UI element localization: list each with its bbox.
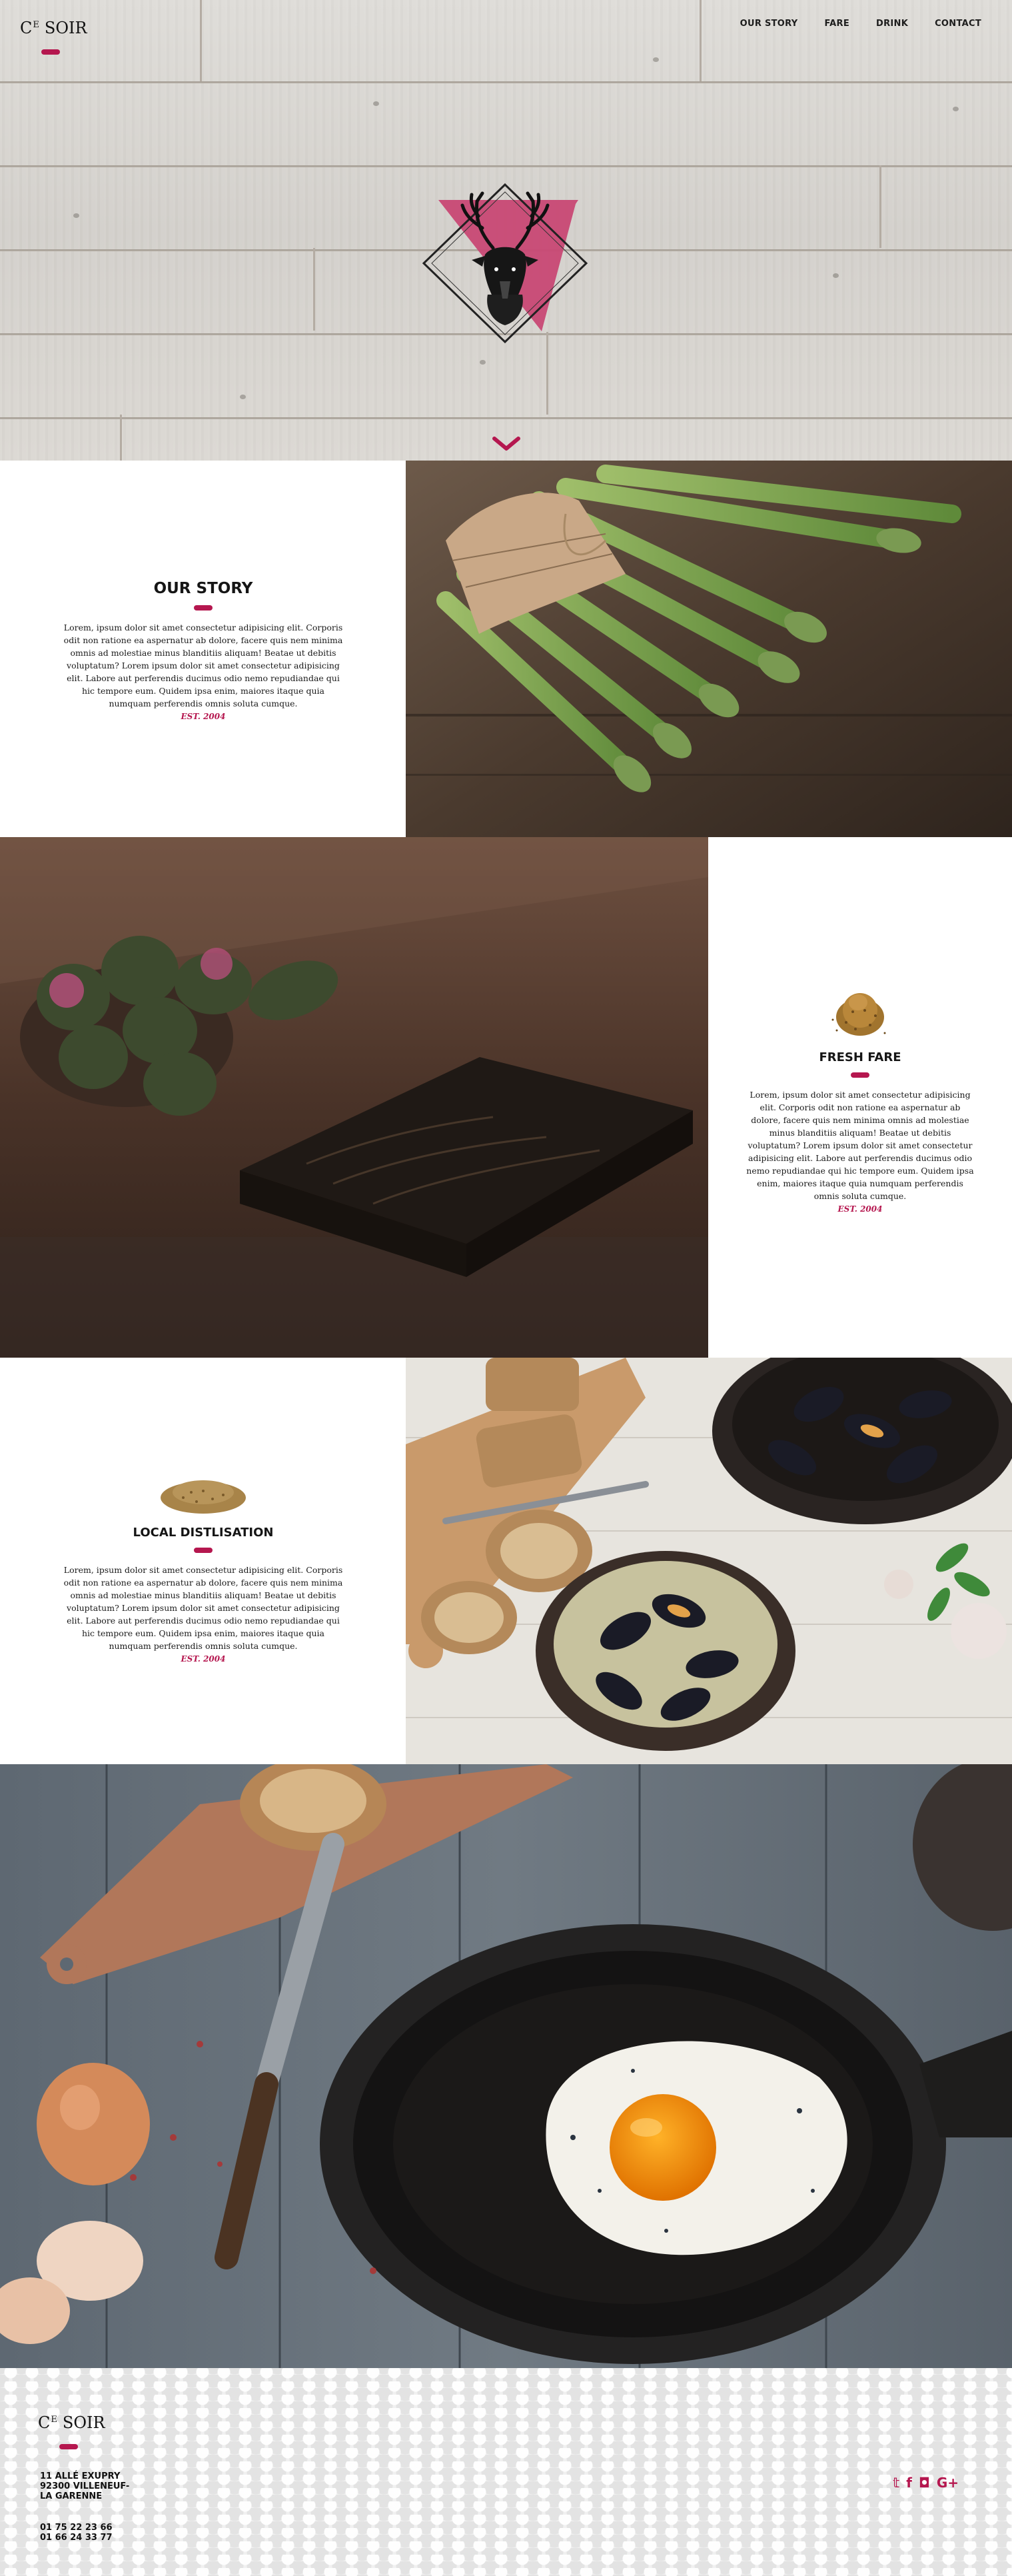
fresh-fare-text: FRESH FARE Lorem, ipsum dolor sit amet c…	[746, 970, 974, 1214]
phone-number[interactable]: 01 75 22 23 66	[40, 2523, 113, 2533]
wood-knot	[653, 57, 659, 62]
section-body: Lorem, ipsum dolor sit amet consectetur …	[63, 1565, 343, 1651]
wood-seam	[700, 0, 702, 81]
logo-word: SOIR	[62, 2413, 105, 2432]
section-our-story: OUR STORY Lorem, ipsum dolor sit amet co…	[0, 461, 1012, 837]
logo-accent-bar	[41, 49, 60, 55]
chevron-down-icon[interactable]	[492, 436, 521, 452]
wood-knot	[480, 360, 486, 365]
site-logo[interactable]: C E SOIR	[20, 19, 87, 37]
address-line: LA GARENNE	[40, 2491, 103, 2501]
tea-brick-photo	[0, 837, 708, 1358]
logo-letter-e: E	[51, 2415, 57, 2425]
twitter-icon[interactable]: 𝕥	[893, 2476, 899, 2489]
section-body: Lorem, ipsum dolor sit amet consectetur …	[746, 1090, 974, 1201]
mussels-pots-photo	[406, 1358, 1012, 1764]
section-body: Lorem, ipsum dolor sit amet consectetur …	[63, 623, 343, 708]
site-footer: C E SOIR 11 ALLÉ EXUPRY 92300 VILLENEUF-…	[0, 2368, 1012, 2576]
accent-bar	[194, 1548, 213, 1553]
footer-phones: 01 75 22 23 66 01 66 24 33 77	[40, 2523, 113, 2543]
google-plus-icon[interactable]: G+	[937, 2476, 959, 2489]
wood-knot	[240, 395, 246, 399]
wood-knot	[833, 273, 839, 278]
address-line: 92300 VILLENEUF-	[40, 2481, 130, 2491]
section-title: OUR STORY	[153, 580, 253, 597]
section-title: LOCAL DISTLISATION	[133, 1526, 274, 1540]
logo-accent-bar	[59, 2444, 78, 2449]
facebook-icon[interactable]: f	[906, 2476, 912, 2489]
social-links: 𝕥 f ◘ G+	[893, 2476, 959, 2489]
grain-pile-icon	[161, 1480, 246, 1514]
wood-seam	[200, 0, 202, 81]
wood-knot	[953, 107, 959, 111]
wood-seam	[313, 248, 315, 331]
logo-letter-c: C	[20, 19, 33, 37]
section-local-distlisation: LOCAL DISTLISATION Lorem, ipsum dolor si…	[0, 1358, 1012, 1764]
instagram-icon[interactable]: ◘	[919, 2476, 930, 2489]
fried-egg-skillet-photo	[0, 1764, 1012, 2368]
accent-bar	[851, 1072, 869, 1078]
hero-banner: C E SOIR OUR STORY FARE DRINK CONTACT	[0, 0, 1012, 461]
spice-pile-icon	[831, 993, 886, 1036]
main-nav: OUR STORY FARE DRINK CONTACT	[740, 19, 981, 29]
est-label: EST. 2004	[181, 712, 226, 721]
local-distlisation-text: LOCAL DISTLISATION Lorem, ipsum dolor si…	[63, 1464, 343, 1664]
est-label: EST. 2004	[837, 1204, 883, 1214]
wood-knot	[73, 213, 79, 218]
wood-seam	[120, 415, 122, 461]
stag-head-icon	[422, 183, 588, 344]
phone-number[interactable]: 01 66 24 33 77	[40, 2533, 113, 2543]
logo-word: SOIR	[44, 19, 87, 37]
address-line: 11 ALLÉ EXUPRY	[40, 2471, 121, 2481]
accent-bar	[194, 605, 213, 611]
logo-letter-c: C	[38, 2413, 51, 2432]
footer-address: 11 ALLÉ EXUPRY 92300 VILLENEUF- LA GAREN…	[40, 2471, 129, 2501]
wood-seam	[879, 165, 881, 248]
nav-fare[interactable]: FARE	[824, 19, 849, 29]
nav-drink[interactable]: DRINK	[876, 19, 908, 29]
est-label: EST. 2004	[181, 1654, 226, 1664]
section-title: FRESH FARE	[819, 1050, 901, 1064]
wood-knot	[373, 101, 379, 106]
logo-letter-e: E	[33, 20, 39, 30]
asparagus-bundle-photo	[406, 461, 1012, 837]
footer-logo[interactable]: C E SOIR	[38, 2413, 105, 2432]
our-story-text: OUR STORY Lorem, ipsum dolor sit amet co…	[63, 580, 343, 721]
section-fresh-fare: FRESH FARE Lorem, ipsum dolor sit amet c…	[0, 837, 1012, 1358]
nav-our-story[interactable]: OUR STORY	[740, 19, 798, 29]
nav-contact[interactable]: CONTACT	[935, 19, 981, 29]
